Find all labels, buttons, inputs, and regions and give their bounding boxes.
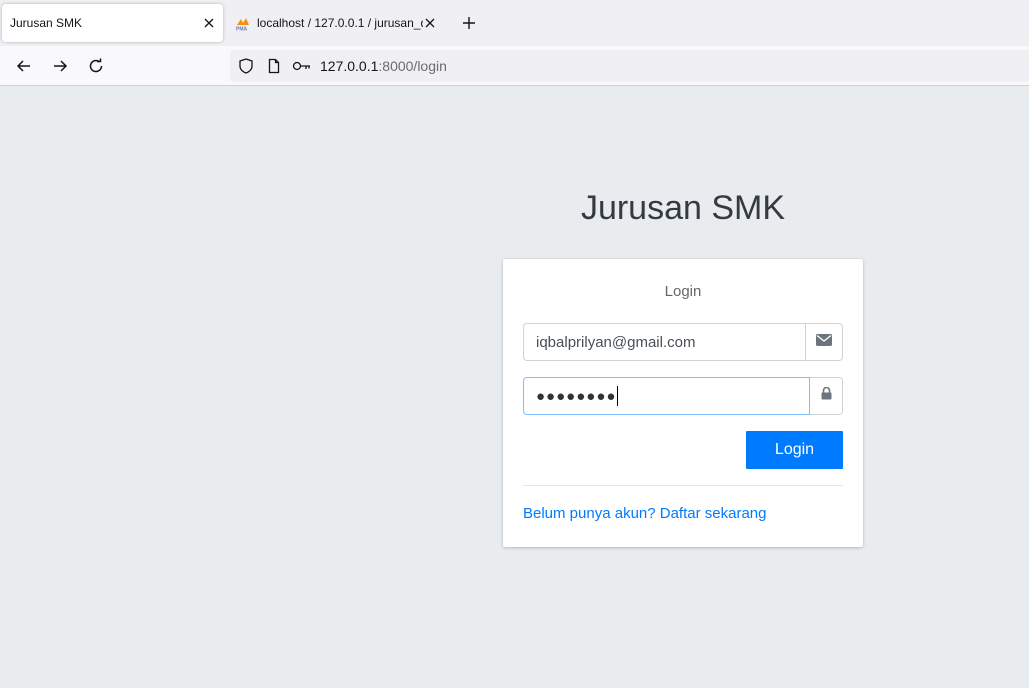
email-value: iqbalprilyan@gmail.com <box>536 333 696 351</box>
navigation-bar: 127.0.0.1:8000/login <box>0 46 1029 86</box>
close-tab-icon[interactable] <box>422 15 438 31</box>
plus-icon <box>463 17 475 29</box>
back-button[interactable] <box>12 54 36 78</box>
url-host: 127.0.0.1 <box>320 58 379 74</box>
tab-strip: Jurusan SMK PMA localhost / 127.0.0.1 / … <box>0 0 1029 46</box>
phpmyadmin-icon: PMA <box>235 17 251 33</box>
url-text: 127.0.0.1:8000/login <box>320 58 447 74</box>
svg-text:PMA: PMA <box>236 27 248 32</box>
reload-icon <box>89 58 103 73</box>
login-card: Login iqbalprilyan@gmail.com ●●●●●●●● Lo… <box>503 259 863 547</box>
shield-icon[interactable] <box>238 58 254 74</box>
login-page: Jurusan SMK Login iqbalprilyan@gmail.com… <box>0 86 1029 688</box>
reload-button[interactable] <box>84 54 108 78</box>
arrow-left-icon <box>16 60 30 72</box>
password-value: ●●●●●●●● <box>536 387 617 405</box>
close-tab-icon[interactable] <box>201 15 217 31</box>
email-addon <box>805 323 843 361</box>
login-button[interactable]: Login <box>746 431 843 469</box>
password-addon <box>810 377 843 415</box>
email-input-group: iqbalprilyan@gmail.com <box>523 323 843 361</box>
password-input-group: ●●●●●●●● <box>523 377 843 415</box>
new-tab-button[interactable] <box>459 13 479 33</box>
tab-phpmyadmin[interactable]: PMA localhost / 127.0.0.1 / jurusan_db <box>230 4 444 42</box>
arrow-right-icon <box>54 60 68 72</box>
lock-icon <box>821 386 832 405</box>
envelope-icon <box>816 333 832 351</box>
tab-title: localhost / 127.0.0.1 / jurusan_db <box>257 16 423 30</box>
text-caret <box>617 386 619 406</box>
email-field[interactable]: iqbalprilyan@gmail.com <box>523 323 805 361</box>
forward-button[interactable] <box>48 54 72 78</box>
tab-jurusan-smk[interactable]: Jurusan SMK <box>2 4 223 42</box>
tab-title: Jurusan SMK <box>10 16 83 30</box>
login-logo-title[interactable]: Jurusan SMK <box>503 189 863 228</box>
url-path: :8000/login <box>378 58 447 74</box>
divider <box>523 485 843 486</box>
page-icon[interactable] <box>266 58 282 74</box>
register-link[interactable]: Belum punya akun? Daftar sekarang <box>523 505 766 522</box>
address-bar[interactable]: 127.0.0.1:8000/login <box>230 50 1029 82</box>
login-box-message: Login <box>664 283 702 300</box>
password-field[interactable]: ●●●●●●●● <box>523 377 810 415</box>
key-icon[interactable] <box>292 58 312 74</box>
